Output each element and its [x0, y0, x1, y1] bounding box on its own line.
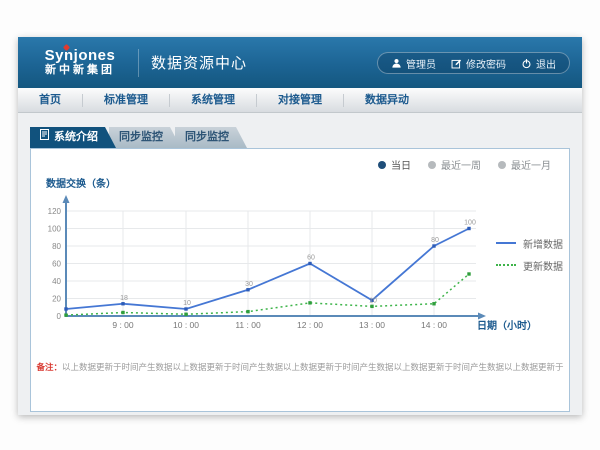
logo-primary-text: Synjones	[28, 48, 132, 63]
radio-dot-icon	[378, 161, 386, 169]
radio-last-week[interactable]: 最近一周	[428, 157, 481, 172]
svg-text:120: 120	[48, 207, 62, 216]
svg-text:20: 20	[52, 295, 61, 304]
footnote-text: 以上数据更新于时间产生数据以上数据更新于时间产生数据以上数据更新于时间产生数据以…	[62, 362, 564, 372]
legend-label: 更新数据	[523, 258, 563, 273]
svg-text:80: 80	[52, 242, 61, 251]
change-password-label: 修改密码	[466, 56, 506, 71]
chart-panel: 当日 最近一周 最近一月 数据交换（条） 0 20 40 60 80 100 120 9 : …	[30, 148, 570, 412]
power-icon	[521, 58, 532, 69]
exchange-chart: 0 20 40 60 80 100 120 9 : 00 10 : 00 11 : 00 12 : …	[39, 189, 539, 334]
radio-dot-icon	[498, 161, 506, 169]
tab-label: 同步监控	[185, 127, 229, 148]
nav-item-data-change[interactable]: 数据异动	[344, 94, 430, 107]
logout-button[interactable]: 退出	[521, 56, 556, 71]
footnote: 备注：以上数据更新于时间产生数据以上数据更新于时间产生数据以上数据更新于时间产生…	[31, 361, 569, 373]
radio-dot-icon	[428, 161, 436, 169]
page-title: 数据资源中心	[151, 52, 247, 73]
svg-text:10 : 00: 10 : 00	[173, 320, 199, 330]
document-icon	[40, 127, 49, 148]
user-icon	[391, 58, 402, 69]
svg-text:14 : 00: 14 : 00	[421, 320, 447, 330]
svg-text:13 : 00: 13 : 00	[359, 320, 385, 330]
user-toolbar: 管理员 修改密码 退出	[377, 52, 570, 74]
chart-legend: 新增数据 更新数据	[496, 235, 563, 279]
svg-text:100: 100	[464, 220, 476, 227]
app-window: Synjones 新中新集团 数据资源中心 管理员 修改密码	[18, 37, 582, 415]
change-password-button[interactable]: 修改密码	[451, 56, 506, 71]
content-area: 系统介绍 同步监控 同步监控 当日 最近一周	[18, 113, 582, 412]
svg-text:12 : 00: 12 : 00	[297, 320, 323, 330]
current-user[interactable]: 管理员	[391, 56, 436, 71]
svg-text:60: 60	[307, 255, 315, 262]
nav-item-interface-mgmt[interactable]: 对接管理	[257, 94, 344, 107]
svg-text:10: 10	[183, 300, 191, 307]
svg-text:30: 30	[245, 281, 253, 288]
y-axis-title: 数据交换（条）	[46, 175, 116, 190]
svg-text:60: 60	[52, 260, 61, 269]
legend-item-updated-data[interactable]: 更新数据	[496, 257, 563, 273]
svg-text:11 : 00: 11 : 00	[235, 320, 261, 330]
svg-text:100: 100	[48, 225, 62, 234]
footnote-label: 备注：	[36, 362, 62, 372]
tab-bar: 系统介绍 同步监控 同步监控	[30, 127, 570, 148]
header-divider	[138, 49, 139, 77]
nav-item-system-mgmt[interactable]: 系统管理	[170, 94, 257, 107]
app-header: Synjones 新中新集团 数据资源中心 管理员 修改密码	[18, 37, 582, 88]
tab-sync-monitor-2[interactable]: 同步监控	[175, 127, 247, 148]
tab-sync-monitor-1[interactable]: 同步监控	[109, 127, 181, 148]
svg-text:40: 40	[52, 277, 61, 286]
tab-label: 同步监控	[119, 127, 163, 148]
tab-system-intro[interactable]: 系统介绍	[30, 127, 116, 148]
svg-text:10: 10	[369, 297, 377, 304]
time-range-filter: 当日 最近一周 最近一月	[378, 157, 551, 172]
svg-text:日期（小时）: 日期（小时）	[477, 319, 537, 332]
logout-label: 退出	[536, 56, 556, 71]
svg-text:18: 18	[120, 295, 128, 302]
svg-text:9 : 00: 9 : 00	[112, 320, 134, 330]
legend-item-new-data[interactable]: 新增数据	[496, 235, 563, 251]
radio-label: 最近一月	[511, 157, 551, 172]
radio-label: 当日	[391, 157, 411, 172]
main-nav: 首页 标准管理 系统管理 对接管理 数据异动	[18, 88, 582, 113]
radio-label: 最近一周	[441, 157, 481, 172]
radio-today[interactable]: 当日	[378, 157, 411, 172]
logo-secondary-text: 新中新集团	[28, 63, 132, 77]
nav-item-home[interactable]: 首页	[18, 94, 83, 107]
radio-last-month[interactable]: 最近一月	[498, 157, 551, 172]
tab-label: 系统介绍	[54, 127, 98, 148]
edit-icon	[451, 58, 462, 69]
line-sample-icon	[496, 242, 516, 244]
company-logo: Synjones 新中新集团	[28, 48, 132, 77]
svg-text:80: 80	[431, 237, 439, 244]
legend-label: 新增数据	[523, 236, 563, 251]
dotted-line-sample-icon	[496, 264, 516, 266]
nav-item-standard-mgmt[interactable]: 标准管理	[83, 94, 170, 107]
svg-text:0: 0	[57, 312, 62, 321]
current-user-label: 管理员	[406, 56, 436, 71]
